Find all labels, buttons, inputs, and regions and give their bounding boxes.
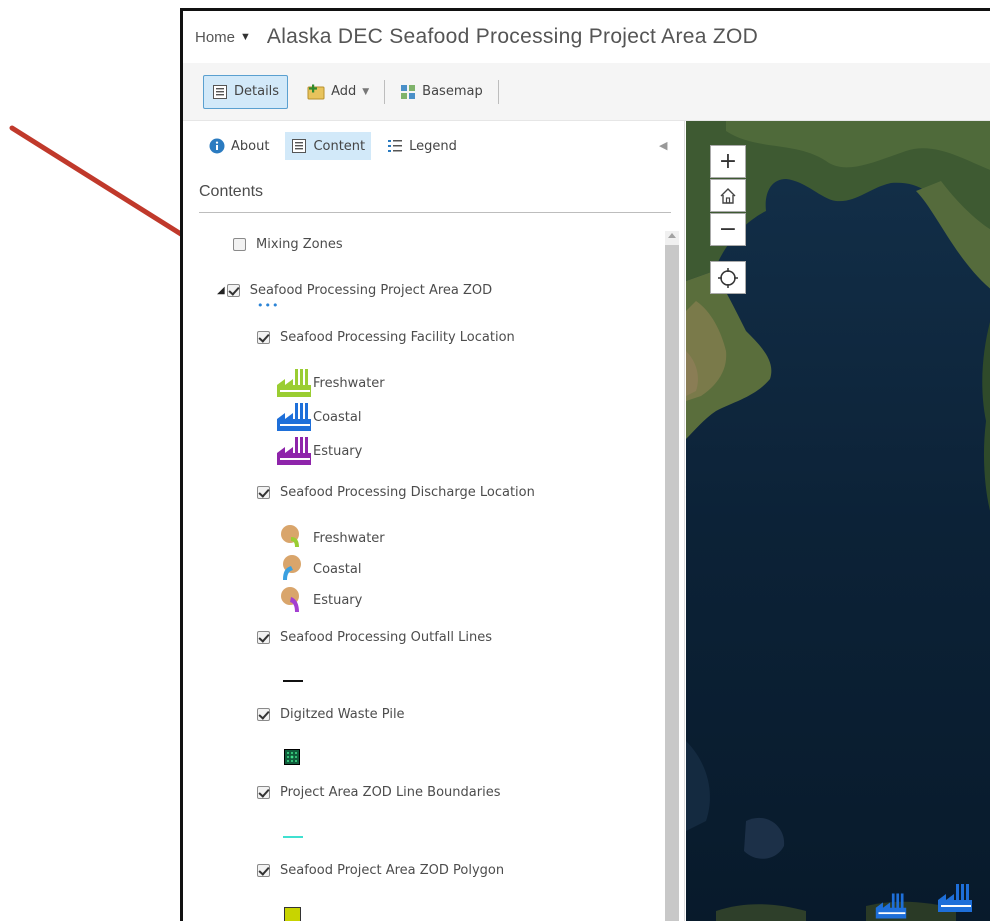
layer-checkbox[interactable] bbox=[257, 708, 270, 721]
legend-label: Estuary bbox=[313, 592, 363, 608]
legend-item: Coastal bbox=[279, 554, 361, 584]
tab-legend-label: Legend bbox=[409, 138, 457, 154]
add-button[interactable]: Add ▼ bbox=[298, 75, 378, 109]
discharge-icon bbox=[283, 555, 301, 580]
factory-icon bbox=[277, 403, 311, 431]
factory-icon bbox=[277, 437, 311, 465]
details-icon bbox=[212, 84, 228, 100]
discharge-icon bbox=[281, 587, 299, 612]
legend-label: Coastal bbox=[313, 409, 362, 425]
zoom-in-button[interactable]: + bbox=[710, 145, 746, 178]
legend-item: Coastal bbox=[275, 401, 361, 433]
legend-item: Freshwater bbox=[275, 367, 385, 399]
layer-label: Digitzed Waste Pile bbox=[280, 707, 405, 722]
legend-label: Freshwater bbox=[313, 530, 385, 546]
details-button[interactable]: Details bbox=[203, 74, 289, 109]
toolbar-divider bbox=[384, 79, 386, 104]
page-title: Alaska DEC Seafood Processing Project Ar… bbox=[266, 25, 759, 48]
waste-pile-symbol bbox=[284, 749, 300, 765]
app-window: Home ▼ Alaska DEC Seafood Processing Pro… bbox=[180, 8, 990, 921]
layer-item: Seafood Processing Outfall Lines bbox=[257, 630, 492, 645]
layer-checkbox[interactable] bbox=[257, 786, 270, 799]
layer-checkbox[interactable] bbox=[257, 631, 270, 644]
home-menu[interactable]: Home ▼ bbox=[195, 29, 251, 46]
info-icon bbox=[209, 138, 225, 154]
app-header: Home ▼ Alaska DEC Seafood Processing Pro… bbox=[183, 11, 990, 63]
toolbar: Details Add ▼ Basemap bbox=[183, 63, 990, 121]
add-icon bbox=[307, 84, 325, 100]
outfall-line-symbol bbox=[283, 680, 303, 682]
home-extent-button[interactable] bbox=[710, 179, 746, 212]
legend-label: Freshwater bbox=[313, 375, 385, 391]
legend-label: Estuary bbox=[313, 443, 363, 459]
scrollbar-thumb[interactable] bbox=[665, 245, 679, 921]
layer-options-icon[interactable]: ••• bbox=[257, 299, 279, 312]
boundary-line-symbol bbox=[283, 836, 303, 838]
facility-marker-icon[interactable] bbox=[874, 891, 908, 921]
expand-triangle-icon[interactable]: ◢ bbox=[217, 285, 225, 296]
details-panel: About Content Legend ◀ Contents Mixing Z… bbox=[183, 121, 685, 921]
layer-group: ◢ Seafood Processing Project Area ZOD bbox=[217, 283, 492, 298]
layer-label: Project Area ZOD Line Boundaries bbox=[280, 785, 501, 800]
legend-item: Freshwater bbox=[279, 523, 385, 553]
scroll-up-arrow-icon[interactable] bbox=[668, 233, 676, 238]
discharge-icon bbox=[281, 525, 299, 547]
legend-item: Estuary bbox=[279, 585, 362, 615]
tab-about[interactable]: About bbox=[203, 132, 275, 160]
home-icon bbox=[720, 187, 736, 204]
layer-checkbox[interactable] bbox=[257, 864, 270, 877]
add-label: Add bbox=[331, 84, 357, 99]
caret-down-icon: ▼ bbox=[362, 86, 370, 97]
layer-item: Seafood Project Area ZOD Polygon bbox=[257, 863, 504, 878]
layer-item: Project Area ZOD Line Boundaries bbox=[257, 785, 500, 800]
layer-checkbox[interactable] bbox=[257, 331, 270, 344]
legend-item: Estuary bbox=[275, 435, 362, 467]
layer-item: Mixing Zones bbox=[233, 237, 343, 252]
layer-item: Seafood Processing Facility Location bbox=[257, 330, 515, 345]
locate-icon bbox=[718, 267, 738, 288]
zoom-out-button[interactable]: − bbox=[710, 213, 746, 246]
tab-legend[interactable]: Legend bbox=[381, 132, 463, 160]
caret-down-icon: ▼ bbox=[240, 31, 251, 43]
layer-item: Digitzed Waste Pile bbox=[257, 707, 405, 722]
facility-marker-icon[interactable] bbox=[936, 881, 974, 915]
contents-heading: Contents bbox=[199, 183, 671, 213]
basemap-label: Basemap bbox=[422, 84, 483, 99]
layer-item: Seafood Processing Discharge Location bbox=[257, 485, 535, 500]
toolbar-divider bbox=[497, 79, 499, 104]
home-label: Home bbox=[195, 28, 236, 46]
layer-checkbox[interactable] bbox=[257, 486, 270, 499]
details-label: Details bbox=[234, 84, 280, 99]
tab-content[interactable]: Content bbox=[285, 132, 372, 160]
legend-label: Coastal bbox=[313, 561, 362, 577]
tab-about-label: About bbox=[231, 138, 270, 154]
layer-label: Seafood Processing Discharge Location bbox=[280, 485, 535, 500]
factory-icon bbox=[277, 369, 311, 397]
content-icon bbox=[291, 138, 307, 154]
layer-label: Seafood Processing Project Area ZOD bbox=[249, 283, 493, 298]
contents-scrollbar[interactable] bbox=[665, 231, 679, 921]
layer-label: Seafood Processing Facility Location bbox=[280, 330, 515, 345]
locate-button[interactable] bbox=[710, 261, 746, 294]
panel-tabs: About Content Legend bbox=[203, 131, 473, 161]
collapse-panel-icon[interactable]: ◀ bbox=[659, 139, 667, 152]
layer-label: Mixing Zones bbox=[256, 237, 343, 252]
tab-content-label: Content bbox=[313, 138, 366, 154]
legend-list-icon bbox=[387, 138, 403, 154]
layer-label: Seafood Project Area ZOD Polygon bbox=[280, 863, 505, 878]
polygon-symbol bbox=[284, 907, 301, 921]
map-view[interactable]: + − bbox=[686, 121, 990, 921]
layer-checkbox[interactable] bbox=[233, 238, 246, 251]
basemap-grid-icon bbox=[400, 84, 416, 100]
layer-label: Seafood Processing Outfall Lines bbox=[280, 630, 492, 645]
basemap-button[interactable]: Basemap bbox=[391, 75, 492, 109]
layer-checkbox[interactable] bbox=[226, 284, 240, 297]
